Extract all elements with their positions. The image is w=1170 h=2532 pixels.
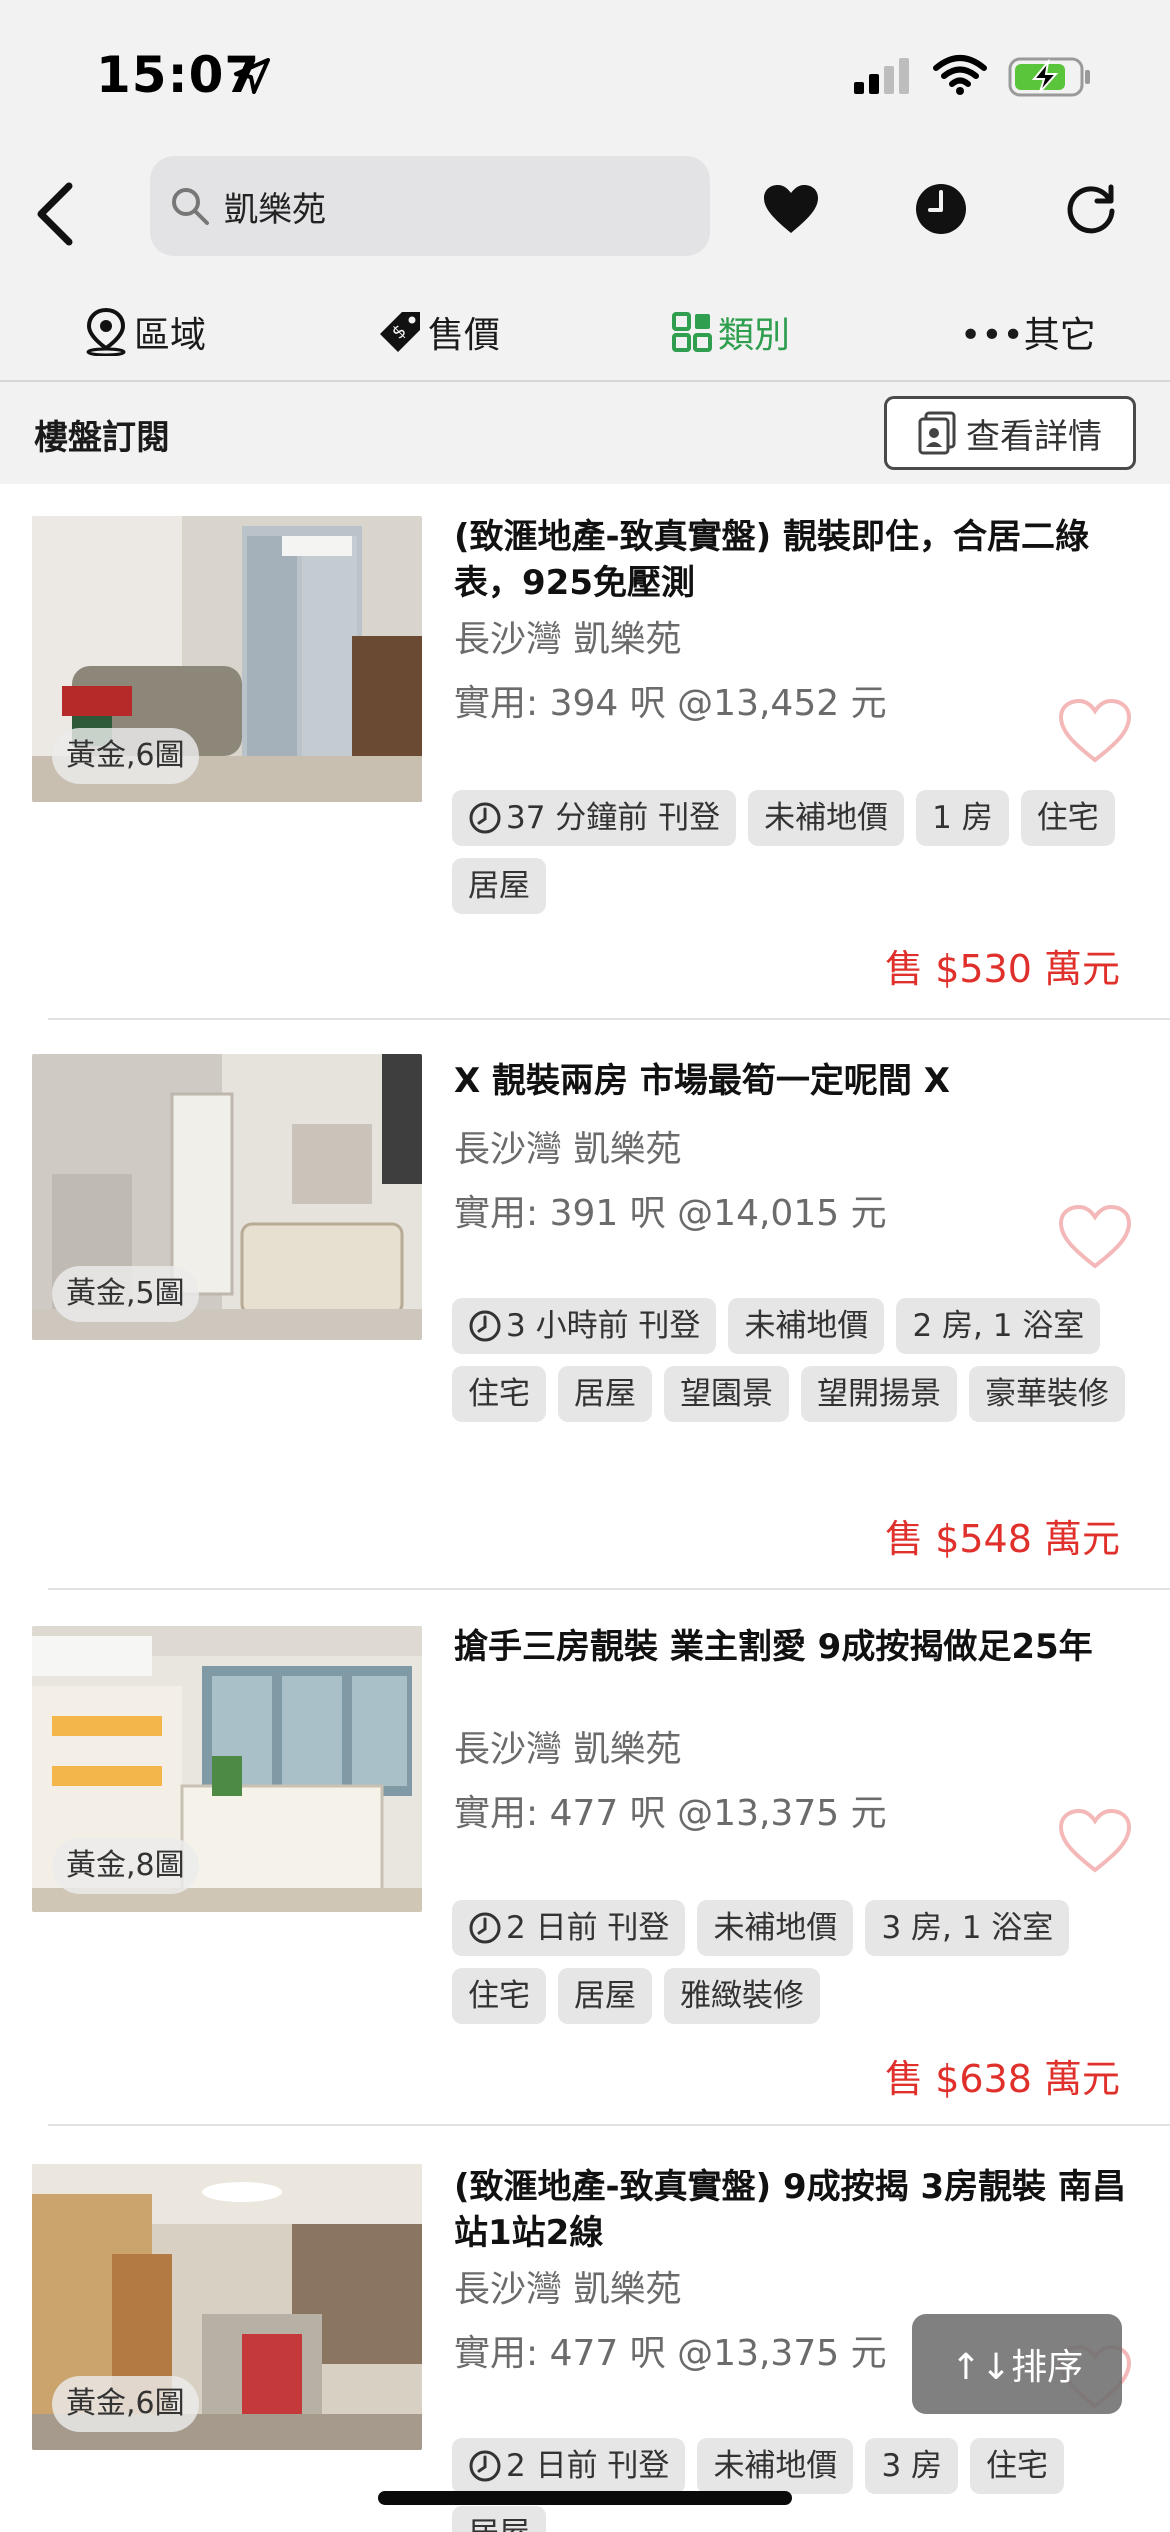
tag: 未補地價 <box>697 1900 854 1956</box>
filter-price[interactable]: $ 售價 <box>378 302 500 362</box>
refresh-button[interactable] <box>1056 174 1126 244</box>
tag: 居屋 <box>452 858 546 914</box>
listing-tags: 2 日前 刊登 未補地價 3 房, 1 浴室 住宅 居屋 雅緻裝修 <box>452 1900 1142 2024</box>
heart-icon <box>764 185 818 233</box>
listing-title: (致滙地產-致真實盤) 9成按揭 3房靚裝 南昌站1站2線 <box>454 2167 1127 2253</box>
tag: 未補地價 <box>697 2438 854 2494</box>
filter-bar: 區域 $ 售價 類別 •••其它 <box>0 282 1170 382</box>
photo-count-badge: 黃金,5圖 <box>52 1266 199 1322</box>
listing-photo[interactable]: 黃金,5圖 <box>32 1054 422 1340</box>
sort-button[interactable]: ↑↓排序 <box>912 2314 1122 2414</box>
back-icon <box>37 182 73 246</box>
refresh-icon <box>1067 184 1115 234</box>
tag: 未補地價 <box>748 790 905 846</box>
tag: 居屋 <box>558 1968 652 2024</box>
cellular-signal-icon <box>854 58 909 94</box>
status-bar: 15:07 <box>0 0 1170 150</box>
listing-photo[interactable]: 黃金,6圖 <box>32 516 422 802</box>
tag: 37 分鐘前 刊登 <box>452 790 737 846</box>
listing-location: 長沙灣 凱樂苑 <box>454 2269 682 2310</box>
map-pin-icon <box>86 308 126 356</box>
clock-icon <box>469 802 501 834</box>
listing-photo[interactable]: 黃金,8圖 <box>32 1626 422 1912</box>
listing-title: 搶手三房靚裝 業主割愛 9成按揭做足25年 <box>454 1627 1093 1667</box>
favorite-heart-icon[interactable] <box>1058 1808 1132 1874</box>
listing-tags: 2 日前 刊登 未補地價 3 房 住宅 居屋 <box>452 2438 1142 2532</box>
listing-card[interactable]: 黃金,8圖 搶手三房靚裝 業主割愛 9成按揭做足25年 長沙灣 凱樂苑 實用: … <box>0 1590 1170 2126</box>
tag: 住宅 <box>452 1366 546 1422</box>
clock-icon <box>469 1310 501 1342</box>
battery-charging-icon <box>1008 57 1090 97</box>
document-view-icon <box>918 411 956 455</box>
top-navigation: 凱樂苑 <box>0 150 1170 282</box>
listing-location: 長沙灣 凱樂苑 <box>454 1729 682 1770</box>
price-tag-icon: $ <box>380 312 420 352</box>
favorite-heart-icon[interactable] <box>1058 698 1132 764</box>
search-query-text: 凱樂苑 <box>224 189 326 230</box>
listing-tags: 37 分鐘前 刊登 未補地價 1 房 住宅 居屋 <box>452 790 1142 914</box>
tag: 望園景 <box>664 1366 789 1422</box>
tag: 未補地價 <box>728 1298 885 1354</box>
location-arrow-icon <box>234 58 270 94</box>
filter-others[interactable]: •••其它 <box>960 302 1096 362</box>
clock-icon <box>469 2450 501 2482</box>
app-screen: 15:07 凱樂苑 區域 $ 售價 類別 •••其它 樓盤訂閱 查看詳情 黃金,… <box>0 0 1170 2532</box>
search-input[interactable]: 凱樂苑 <box>150 156 710 256</box>
tag: 住宅 <box>970 2438 1065 2494</box>
back-button[interactable] <box>20 174 90 254</box>
listing-location: 長沙灣 凱樂苑 <box>454 619 682 660</box>
tag: 2 房, 1 浴室 <box>896 1298 1101 1354</box>
tag: 住宅 <box>1020 790 1115 846</box>
tag: 居屋 <box>452 2506 546 2532</box>
clock-icon <box>469 1912 501 1944</box>
category-grid-icon <box>672 312 712 352</box>
favorite-heart-icon[interactable] <box>1058 1204 1132 1270</box>
tag: 雅緻裝修 <box>664 1968 820 2024</box>
filter-district[interactable]: 區域 <box>84 302 206 362</box>
listing-price: 售 $530 萬元 <box>885 947 1120 991</box>
tag: 豪華裝修 <box>969 1366 1125 1422</box>
tag: 3 房, 1 浴室 <box>865 1900 1070 1956</box>
listing-size: 實用: 394 呎 @13,452 元 <box>454 683 887 724</box>
home-indicator[interactable] <box>378 2491 792 2505</box>
listing-location: 長沙灣 凱樂苑 <box>454 1129 682 1170</box>
tag: 2 日前 刊登 <box>452 2438 686 2494</box>
photo-count-badge: 黃金,8圖 <box>52 1838 199 1894</box>
tag: 3 房 <box>865 2438 959 2494</box>
listing-tags: 3 小時前 刊登 未補地價 2 房, 1 浴室 住宅 居屋 望園景 望開揚景 豪… <box>452 1298 1142 1422</box>
listing-size: 實用: 391 呎 @14,015 元 <box>454 1193 887 1234</box>
search-icon <box>172 188 209 225</box>
tag: 居屋 <box>558 1366 652 1422</box>
view-details-button[interactable]: 查看詳情 <box>884 396 1136 470</box>
tag: 望開揚景 <box>801 1366 957 1422</box>
listing-size: 實用: 477 呎 @13,375 元 <box>454 2333 887 2374</box>
tag: 2 日前 刊登 <box>452 1900 686 1956</box>
tag: 3 小時前 刊登 <box>452 1298 717 1354</box>
listing-price: 售 $638 萬元 <box>885 2057 1120 2101</box>
listing-card[interactable]: 黃金,5圖 X 靚裝兩房 市場最筍一定呢間 X 長沙灣 凱樂苑 實用: 391 … <box>0 1020 1170 1590</box>
listing-price: 售 $548 萬元 <box>885 1517 1120 1561</box>
history-button[interactable] <box>906 174 976 244</box>
subscription-bar: 樓盤訂閱 查看詳情 <box>0 382 1170 484</box>
photo-count-badge: 黃金,6圖 <box>52 728 199 784</box>
filter-category[interactable]: 類別 <box>672 302 790 362</box>
tag: 住宅 <box>452 1968 546 2024</box>
listing-title: X 靚裝兩房 市場最筍一定呢間 X <box>454 1061 950 1101</box>
photo-count-badge: 黃金,6圖 <box>52 2376 199 2432</box>
tag: 1 房 <box>916 790 1009 846</box>
wifi-icon <box>933 55 987 95</box>
listing-size: 實用: 477 呎 @13,375 元 <box>454 1793 887 1834</box>
clock-icon <box>916 184 966 234</box>
listing-title: (致滙地產-致真實盤) 靚裝即住，合居二綠表，925免壓測 <box>454 517 1090 603</box>
listing-card[interactable]: 黃金,6圖 (致滙地產-致真實盤) 靚裝即住，合居二綠表，925免壓測 長沙灣 … <box>0 484 1170 1020</box>
subscription-title: 樓盤訂閱 <box>34 418 170 458</box>
listing-photo[interactable]: 黃金,6圖 <box>32 2164 422 2450</box>
favorites-button[interactable] <box>756 174 826 244</box>
